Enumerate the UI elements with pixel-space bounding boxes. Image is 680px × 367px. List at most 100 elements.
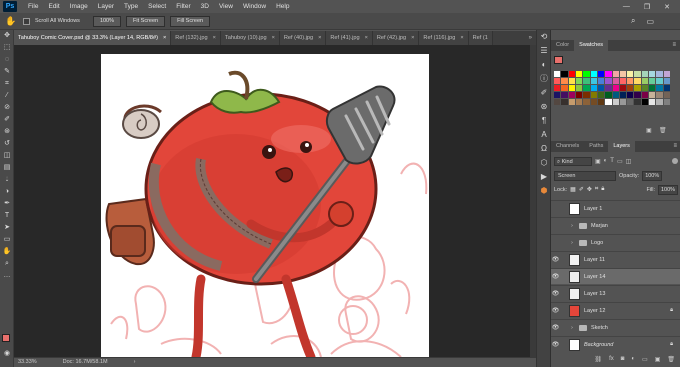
new-swatch-icon[interactable]: ▣ <box>646 127 652 134</box>
layer-name[interactable]: Layer 11 <box>584 257 605 263</box>
color-swatch[interactable] <box>568 99 575 105</box>
menu-file[interactable]: File <box>23 3 43 10</box>
color-swatch[interactable] <box>641 85 649 91</box>
quick-mask-icon[interactable]: ◉ <box>0 348 14 360</box>
color-swatch[interactable] <box>619 92 627 98</box>
new-group-icon[interactable]: ▭ <box>642 356 648 367</box>
color-swatch[interactable] <box>619 99 627 105</box>
tab-ref-132[interactable]: Ref (132).jpg × <box>171 31 221 45</box>
tab-close-icon[interactable]: × <box>213 31 216 45</box>
search-icon[interactable]: ⌕ <box>631 16 635 26</box>
color-swatch[interactable] <box>568 71 575 77</box>
color-swatch[interactable] <box>634 99 641 105</box>
expand-arrow-icon[interactable]: › <box>568 240 576 246</box>
color-swatch[interactable] <box>605 78 612 84</box>
color-swatch[interactable] <box>605 99 612 105</box>
eye-icon[interactable]: 👁︎ <box>551 256 560 263</box>
filter-type-icon[interactable]: T <box>610 158 614 164</box>
color-swatch[interactable] <box>575 92 583 98</box>
tab-close-icon[interactable]: × <box>272 31 275 45</box>
foreground-color-swatch[interactable] <box>2 334 10 342</box>
lock-paint-icon[interactable]: ✐ <box>579 186 584 193</box>
color-swatch[interactable] <box>634 78 641 84</box>
color-swatch[interactable] <box>656 92 663 98</box>
layer-name[interactable]: Layer 14 <box>584 274 605 280</box>
lasso-tool-icon[interactable]: ◌ <box>0 54 14 66</box>
color-swatch[interactable] <box>641 78 649 84</box>
menu-layer[interactable]: Layer <box>93 3 119 10</box>
layer-group-row[interactable]: 👁︎ › Sketch <box>551 319 680 335</box>
color-swatch[interactable] <box>554 99 561 105</box>
blend-mode-select[interactable]: Screen <box>554 170 616 181</box>
color-swatch[interactable] <box>627 71 634 77</box>
color-swatch[interactable] <box>605 71 612 77</box>
tab-tahuboy-10[interactable]: Tahuboy (10).jpg × <box>220 31 280 45</box>
color-swatch[interactable] <box>554 71 561 77</box>
healing-tool-icon[interactable]: ⊘ <box>0 102 14 114</box>
layer-row-selected[interactable]: 👁︎ Layer 14 <box>551 268 680 284</box>
glyphs-panel-icon[interactable]: Ω <box>537 142 551 156</box>
color-swatch[interactable] <box>612 99 619 105</box>
color-swatch[interactable] <box>583 78 590 84</box>
color-swatch[interactable] <box>663 99 670 105</box>
status-arrow-icon[interactable]: › <box>134 358 136 367</box>
color-swatch[interactable] <box>568 78 575 84</box>
color-swatch[interactable] <box>656 71 663 77</box>
menu-window[interactable]: Window <box>238 3 271 10</box>
color-swatch[interactable] <box>561 71 568 77</box>
eye-icon[interactable]: 👁︎ <box>551 290 560 297</box>
menu-edit[interactable]: Edit <box>43 3 64 10</box>
color-swatch[interactable] <box>597 71 605 77</box>
layer-name[interactable]: Layer 1 <box>584 206 602 212</box>
color-swatch[interactable] <box>568 85 575 91</box>
tab-ref-116[interactable]: Ref (116).jpg × <box>419 31 469 45</box>
more-tools-icon[interactable]: … <box>0 270 14 282</box>
filter-adjust-icon[interactable]: ◐ <box>604 158 608 164</box>
add-mask-icon[interactable]: ◙ <box>621 356 625 367</box>
color-swatch[interactable] <box>649 71 656 77</box>
tab-close-icon[interactable]: × <box>318 31 321 45</box>
layers-menu-icon[interactable]: ≡ <box>673 141 680 152</box>
zoom-100-button[interactable]: 100% <box>92 15 122 27</box>
color-swatch[interactable] <box>575 85 583 91</box>
tab-tahuboy-comic-cover[interactable]: Tahuboy Comic Cover.psd @ 33.3% (Layer 1… <box>14 31 172 45</box>
quick-select-tool-icon[interactable]: ✎ <box>0 66 14 78</box>
color-swatch[interactable] <box>619 78 627 84</box>
tab-close-icon[interactable]: × <box>163 31 166 45</box>
color-swatch[interactable] <box>649 92 656 98</box>
tab-swatches[interactable]: Swatches <box>574 40 609 51</box>
color-swatch[interactable] <box>634 71 641 77</box>
layer-name[interactable]: Marjan <box>591 223 608 229</box>
hand-tool-icon[interactable]: ✋ <box>4 15 18 27</box>
layer-row[interactable]: Layer 1 <box>551 200 680 216</box>
color-swatch[interactable] <box>663 78 670 84</box>
color-swatch[interactable] <box>605 92 612 98</box>
color-swatch[interactable] <box>612 78 619 84</box>
filter-smart-icon[interactable]: ◫ <box>626 158 632 165</box>
layer-row[interactable]: 👁︎ Layer 12 🔒︎ <box>551 302 680 318</box>
color-swatch[interactable] <box>641 92 649 98</box>
color-swatch[interactable] <box>649 85 656 91</box>
color-swatch[interactable] <box>561 78 568 84</box>
color-swatch[interactable] <box>597 92 605 98</box>
fill-screen-button[interactable]: Fill Screen <box>170 15 211 27</box>
color-swatch[interactable] <box>597 99 605 105</box>
color-swatch[interactable] <box>641 71 649 77</box>
properties-panel-icon[interactable]: ☰ <box>537 44 551 58</box>
color-swatch[interactable] <box>649 99 656 105</box>
eye-icon[interactable]: 👁︎ <box>551 307 560 314</box>
filter-shape-icon[interactable]: ▭ <box>617 158 623 165</box>
color-swatch[interactable] <box>605 85 612 91</box>
color-swatch[interactable] <box>583 85 590 91</box>
menu-help[interactable]: Help <box>271 3 294 10</box>
menu-select[interactable]: Select <box>143 3 171 10</box>
layer-group-row[interactable]: › Marjan <box>551 217 680 233</box>
shape-tool-icon[interactable]: ▭ <box>0 234 14 246</box>
panel-menu-icon[interactable]: ≡ <box>672 40 680 51</box>
color-swatch[interactable] <box>554 92 561 98</box>
tab-ref-41[interactable]: Ref (41).jpg × <box>326 31 373 45</box>
color-swatch[interactable] <box>627 92 634 98</box>
workspace-icon[interactable]: ▭ <box>646 17 654 26</box>
eye-icon[interactable]: 👁︎ <box>551 324 560 331</box>
zoom-tool-icon[interactable]: ⌕ <box>0 258 14 270</box>
